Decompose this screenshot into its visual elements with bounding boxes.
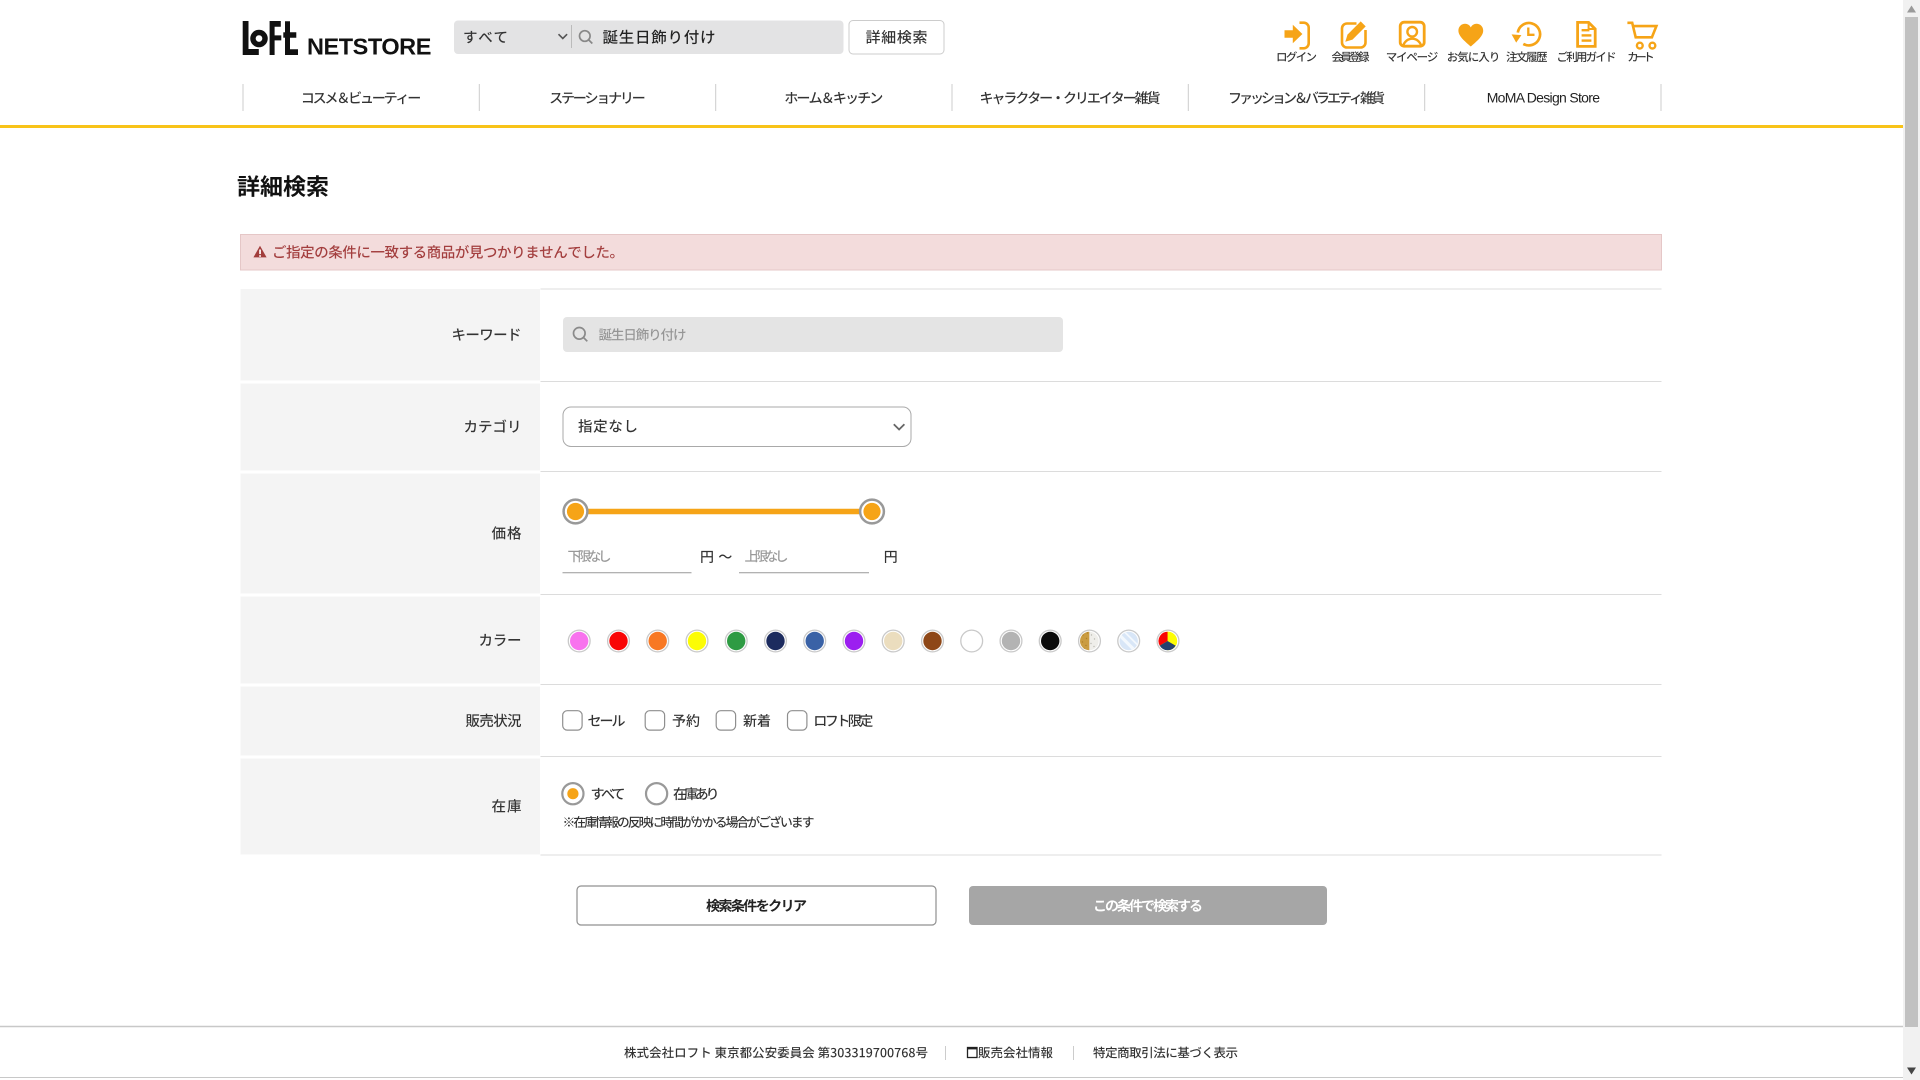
svg-text:NETSTORE: NETSTORE bbox=[307, 34, 431, 60]
svg-text:MoMA Design Store: MoMA Design Store bbox=[1487, 90, 1601, 106]
